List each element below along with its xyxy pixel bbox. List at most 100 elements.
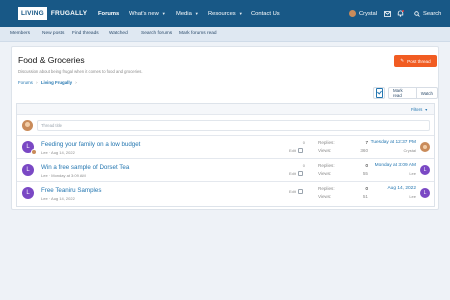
conversations-button[interactable]	[384, 0, 391, 27]
thread-count: 0	[302, 163, 305, 168]
thread-stats: Replies: 0 Views: 51	[318, 186, 368, 202]
top-bar: LIVING FRUGALLY Forums What's new ▼ Medi…	[0, 0, 450, 27]
table-row[interactable]: L Win a free sample of Dorset Tea Lee · …	[17, 159, 434, 182]
views-label: Views:	[318, 194, 332, 199]
filters-button[interactable]: Filters ▼	[411, 107, 428, 112]
subnav-new-posts[interactable]: New posts	[42, 31, 64, 36]
envelope-icon	[384, 10, 391, 17]
nav-whats-new-label: What's new	[129, 10, 159, 17]
thread-author[interactable]: Lee	[41, 196, 48, 201]
latest-user[interactable]: Lee	[387, 194, 416, 199]
thread-date[interactable]: Monday at 3:09 AM	[51, 173, 85, 178]
forum-card: Food & Groceries Discussion about being …	[11, 46, 439, 210]
logo-box: LIVING	[18, 6, 47, 20]
post-thread-button[interactable]: ✎ Post thread	[394, 55, 437, 67]
replies-label: Replies:	[318, 140, 335, 145]
search-button[interactable]: Search	[414, 0, 441, 27]
latest-post: Monday at 3:09 AM Lee	[375, 163, 416, 176]
subnav-watched[interactable]: Watched	[109, 31, 128, 36]
forum-description: Discussion about being frugal when it co…	[18, 69, 143, 74]
select-toggle-button[interactable]	[373, 87, 385, 99]
latest-date[interactable]: Monday at 3:09 AM	[375, 163, 416, 168]
thread-meta: Lee · Monday at 3:09 AM	[41, 173, 86, 178]
avatar[interactable]	[420, 142, 430, 152]
avatar	[349, 10, 356, 17]
chevron-down-icon: ▼	[238, 11, 243, 16]
latest-date[interactable]: Tuesday at 12:37 PM	[371, 140, 416, 145]
thread-stats: Replies: 7 Views: 360	[318, 140, 368, 156]
mark-read-button[interactable]: Mark read	[389, 88, 416, 98]
thread-author[interactable]: Lee	[41, 173, 48, 178]
replies-label: Replies:	[318, 163, 335, 168]
page-title: Food & Groceries	[18, 55, 85, 65]
thread-actions: Edit	[289, 186, 305, 194]
edit-link[interactable]: Edit	[289, 148, 296, 153]
views-value: 51	[362, 194, 368, 199]
latest-post: Aug 14, 2022 Lee	[387, 186, 416, 199]
breadcrumb-forums[interactable]: Forums	[18, 80, 33, 85]
thread-date[interactable]: Aug 14, 2022	[51, 196, 75, 201]
nav-whats-new[interactable]: What's new ▼	[129, 0, 166, 27]
thread-actions: 0 Edit	[289, 163, 305, 176]
latest-post: Tuesday at 12:37 PM Crystal	[371, 140, 416, 153]
table-row[interactable]: L Feeding your family on a low budget Le…	[17, 136, 434, 159]
chevron-right-icon: ›	[75, 80, 77, 85]
edit-link[interactable]: Edit	[289, 171, 296, 176]
thread-title[interactable]: Win a free sample of Dorset Tea	[41, 164, 129, 171]
checkbox[interactable]	[297, 148, 303, 153]
chevron-right-icon: ›	[36, 80, 38, 85]
edit-link[interactable]: Edit	[289, 189, 296, 194]
avatar[interactable]: L	[420, 188, 430, 198]
pencil-icon: ✎	[400, 58, 405, 63]
nav-contact[interactable]: Contact Us	[251, 0, 280, 27]
thread-meta: Lee · Aug 14, 2022	[41, 150, 75, 155]
avatar: L	[22, 164, 34, 176]
thread-author[interactable]: Lee	[41, 150, 48, 155]
search-icon	[414, 10, 420, 17]
sub-nav: Members New posts Find threads Watched S…	[0, 27, 450, 42]
breadcrumb: Forums › Living Frugally ›	[18, 80, 79, 85]
checkbox[interactable]	[297, 171, 303, 176]
avatar	[31, 149, 37, 155]
nav-media[interactable]: Media ▼	[176, 0, 199, 27]
thread-count: 0	[302, 140, 305, 145]
thread-title[interactable]: Feeding your family on a low budget	[41, 141, 140, 148]
alerts-button[interactable]	[397, 0, 404, 27]
checkbox[interactable]	[297, 189, 303, 194]
chevron-down-icon: ▼	[424, 108, 428, 112]
subnav-members[interactable]: Members	[10, 31, 30, 36]
avatar	[22, 120, 33, 131]
latest-user[interactable]: Crystal	[371, 148, 416, 153]
subnav-search-forums[interactable]: Search forums	[141, 31, 172, 36]
chevron-down-icon: ▼	[161, 11, 166, 16]
thread-date[interactable]: Aug 14, 2022	[51, 150, 75, 155]
watch-button[interactable]: Watch	[415, 88, 437, 98]
views-value: 360	[360, 148, 368, 153]
logo-text: FRUGALLY	[50, 9, 88, 17]
nav-resources[interactable]: Resources ▼	[208, 0, 243, 27]
breadcrumb-living-frugally[interactable]: Living Frugally	[41, 80, 72, 85]
subnav-mark-forums-read[interactable]: Mark forums read	[179, 31, 217, 36]
thread-meta: Lee · Aug 14, 2022	[41, 196, 75, 201]
nav-forums-label: Forums	[98, 10, 120, 17]
site-logo[interactable]: LIVING FRUGALLY	[18, 6, 87, 20]
user-menu[interactable]: Crystal	[349, 0, 377, 27]
latest-date[interactable]: Aug 14, 2022	[387, 186, 416, 191]
replies-value: 0	[365, 163, 368, 168]
checkbox-icon	[375, 88, 383, 98]
replies-label: Replies:	[318, 186, 335, 191]
thread-title[interactable]: Free Teaniru Samples	[41, 187, 101, 194]
mark-watch-group: Mark read Watch	[388, 87, 438, 99]
chevron-down-icon: ▼	[194, 11, 199, 16]
filter-bar: Filters ▼	[17, 104, 434, 115]
nav-forums[interactable]: Forums	[98, 0, 119, 27]
table-row[interactable]: L Free Teaniru Samples Lee · Aug 14, 202…	[17, 182, 434, 205]
replies-value: 0	[365, 186, 368, 191]
thread-list: Filters ▼ Thread title L Feeding your fa…	[16, 103, 435, 207]
thread-stats: Replies: 0 Views: 55	[318, 163, 368, 179]
nav-resources-label: Resources	[208, 10, 236, 17]
subnav-find-threads[interactable]: Find threads	[72, 31, 99, 36]
avatar[interactable]: L	[420, 165, 430, 175]
thread-title-input[interactable]: Thread title	[37, 120, 430, 131]
latest-user[interactable]: Lee	[375, 171, 416, 176]
